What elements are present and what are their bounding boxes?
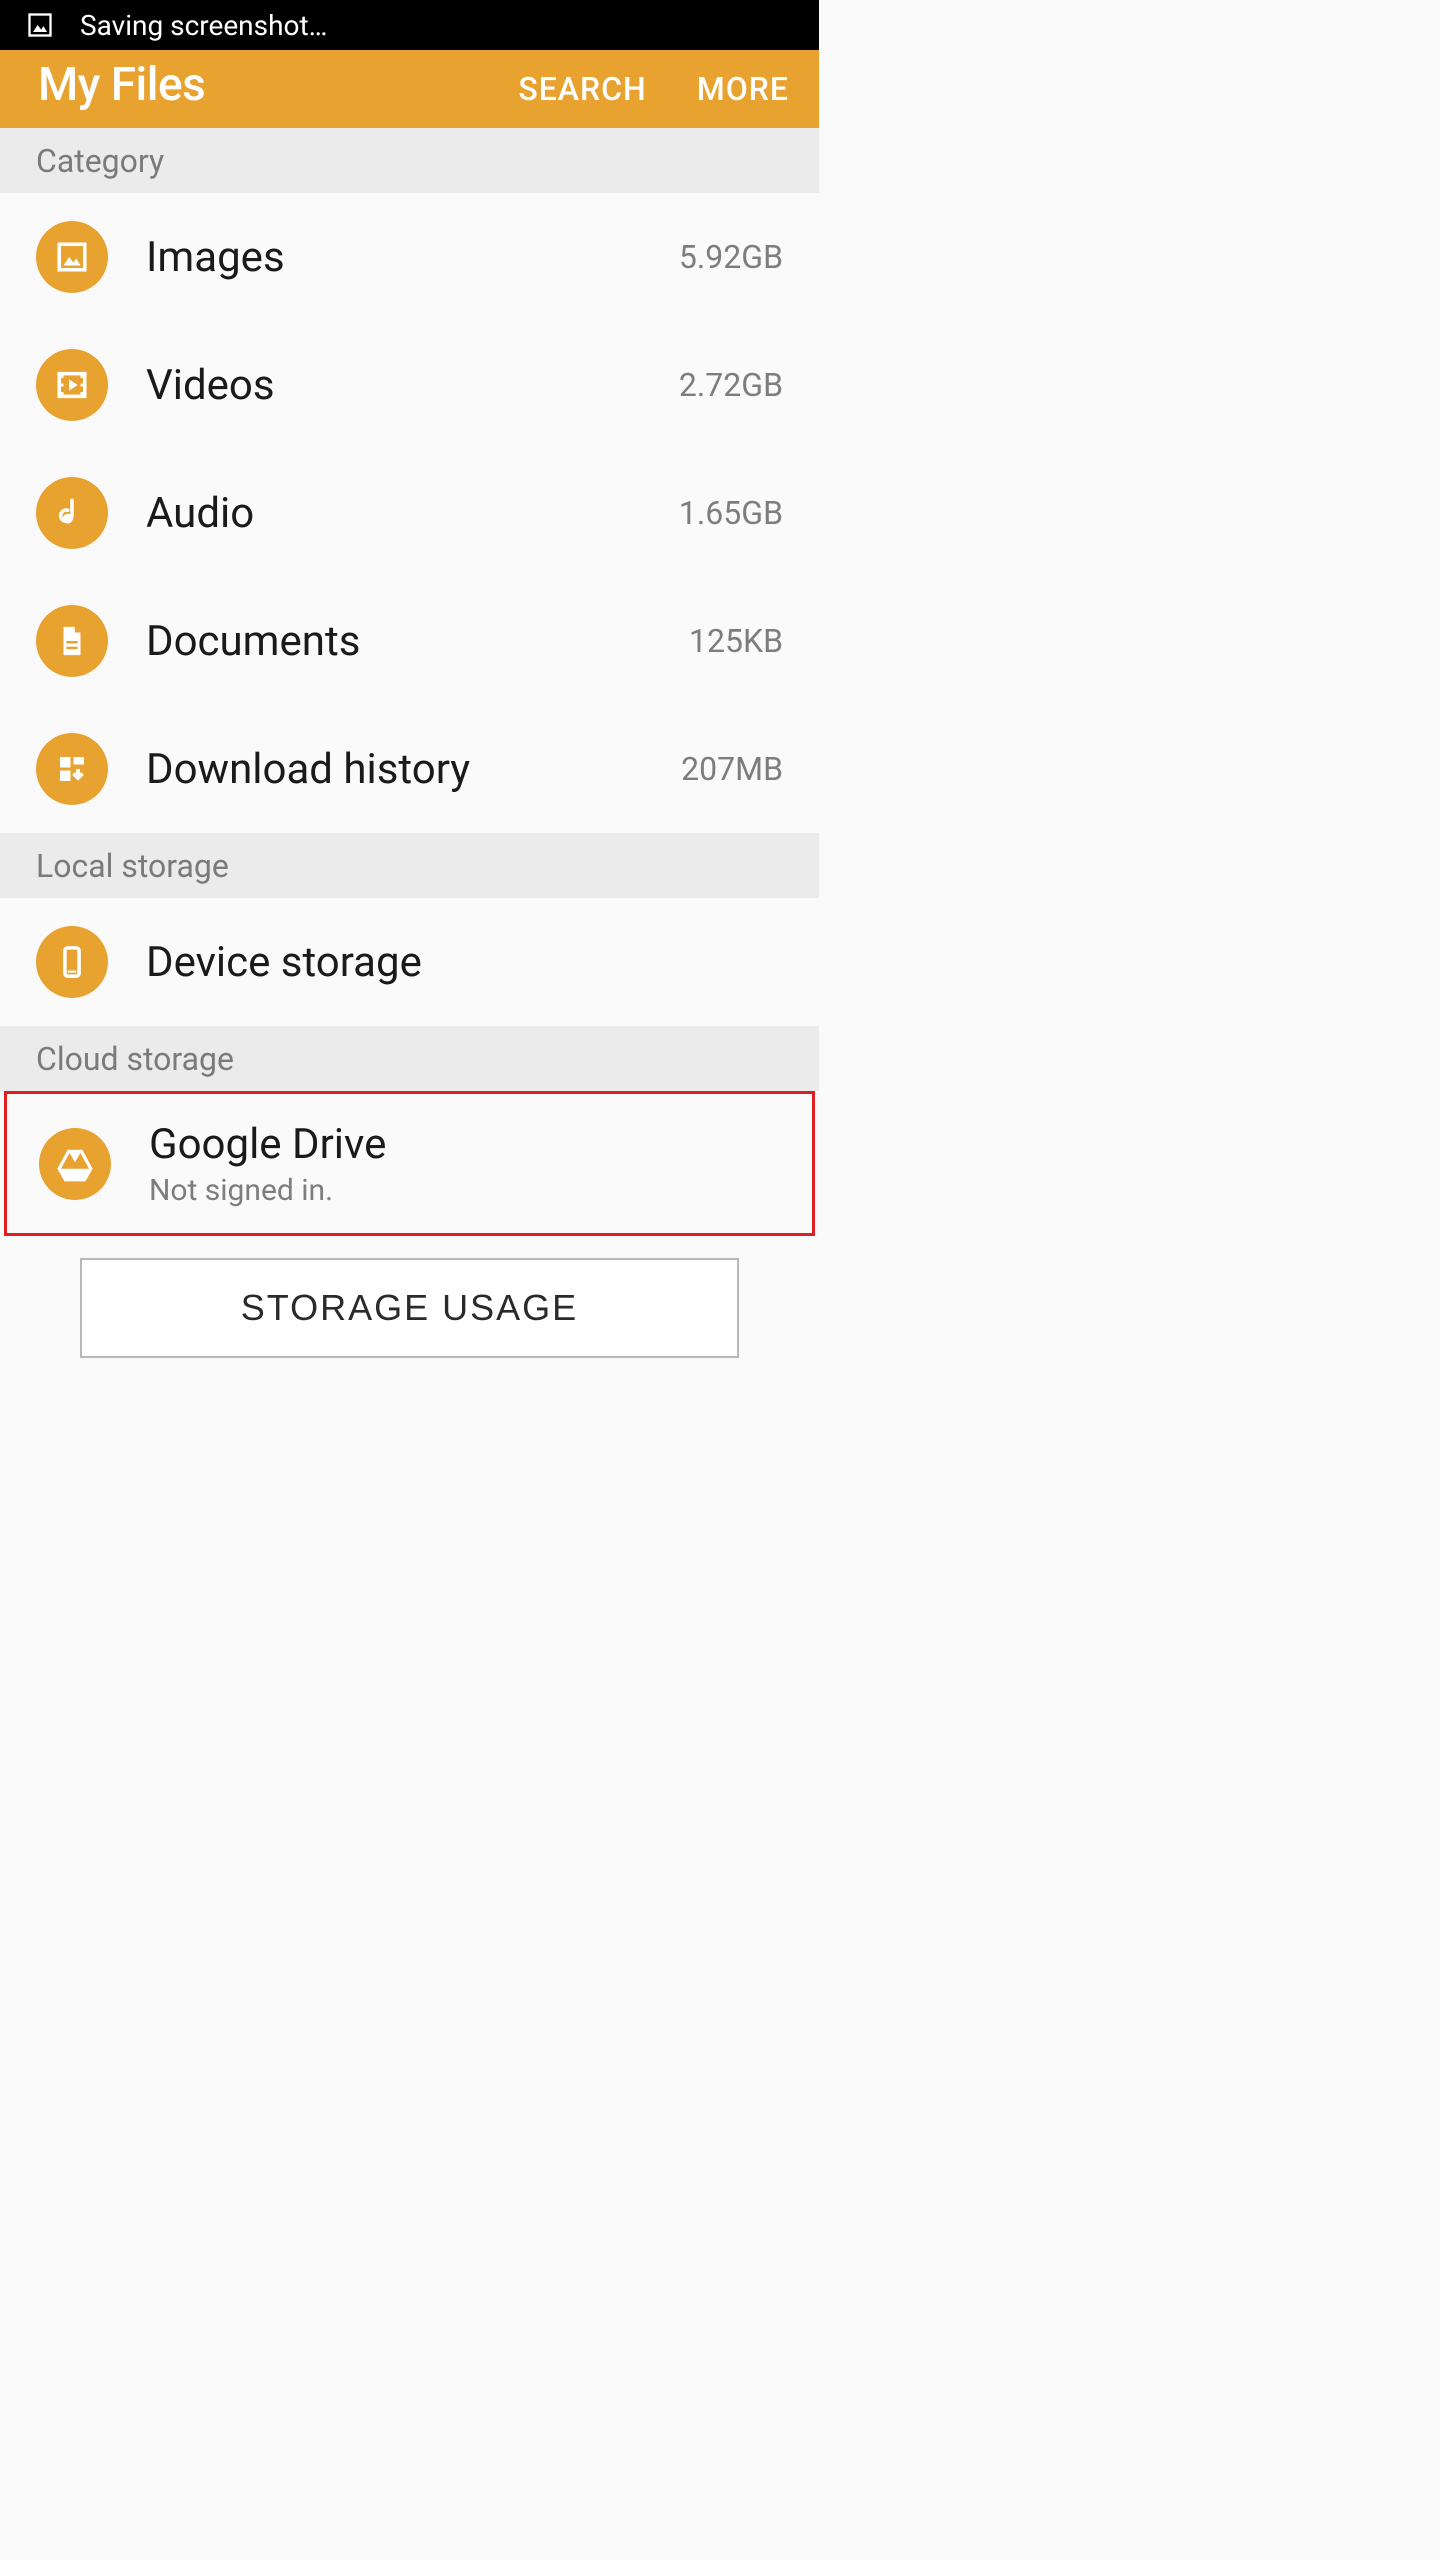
item-label: Videos [146, 361, 679, 410]
item-size: 207MB [681, 750, 783, 788]
download-history-icon [36, 733, 108, 805]
section-header-category: Category [0, 128, 819, 193]
documents-icon [36, 605, 108, 677]
app-title: My Files [38, 58, 468, 112]
item-label: Device storage [146, 938, 783, 987]
item-size: 125KB [689, 622, 783, 660]
list-item-google-drive[interactable]: Google Drive Not signed in. [4, 1091, 815, 1236]
list-item-videos[interactable]: Videos 2.72GB [0, 321, 819, 449]
item-label: Audio [146, 489, 679, 538]
list-item-device-storage[interactable]: Device storage [0, 898, 819, 1026]
images-icon [36, 221, 108, 293]
audio-icon [36, 477, 108, 549]
storage-usage-button[interactable]: STORAGE USAGE [80, 1258, 739, 1358]
item-size: 2.72GB [679, 366, 783, 404]
storage-button-wrap: STORAGE USAGE [0, 1236, 819, 1438]
section-header-local: Local storage [0, 833, 819, 898]
videos-icon [36, 349, 108, 421]
status-bar: Saving screenshot… [0, 0, 819, 50]
item-label: Images [146, 233, 679, 282]
image-icon [25, 10, 55, 40]
search-button[interactable]: SEARCH [518, 70, 646, 108]
item-sublabel: Not signed in. [149, 1173, 780, 1208]
item-label: Documents [146, 617, 689, 666]
more-button[interactable]: MORE [697, 70, 789, 108]
list-item-audio[interactable]: Audio 1.65GB [0, 449, 819, 577]
list-item-documents[interactable]: Documents 125KB [0, 577, 819, 705]
app-bar: My Files SEARCH MORE [0, 50, 819, 128]
device-icon [36, 926, 108, 998]
section-header-cloud: Cloud storage [0, 1026, 819, 1091]
list-item-download-history[interactable]: Download history 207MB [0, 705, 819, 833]
google-drive-icon [39, 1128, 111, 1200]
status-text: Saving screenshot… [80, 9, 327, 42]
item-label: Download history [146, 745, 681, 794]
item-size: 5.92GB [679, 238, 783, 276]
item-size: 1.65GB [679, 494, 783, 532]
list-item-images[interactable]: Images 5.92GB [0, 193, 819, 321]
item-label: Google Drive [149, 1120, 780, 1169]
